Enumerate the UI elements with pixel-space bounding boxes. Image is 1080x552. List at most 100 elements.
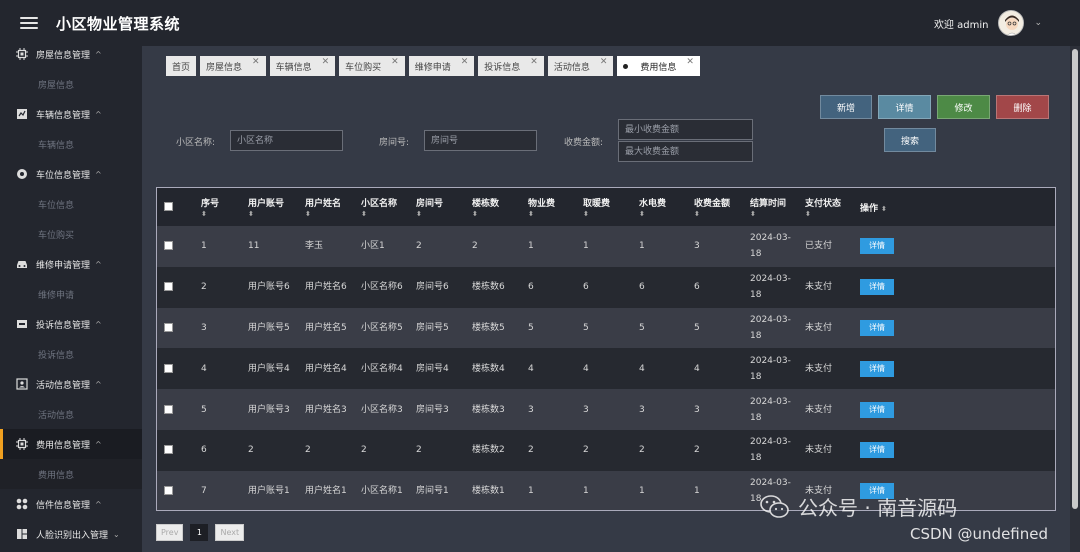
- column-header[interactable]: 序号 ⬍: [194, 188, 241, 226]
- table-row[interactable]: 6 2 2 2 2 楼栋数2 2 2 2 2 2024-03-18 未支付 详情: [157, 429, 1055, 471]
- column-header[interactable]: 小区名称 ⬍: [354, 188, 409, 226]
- column-header[interactable]: 结算时间 ⬍: [743, 188, 798, 226]
- sort-icon[interactable]: ⬍: [305, 210, 354, 218]
- column-header[interactable]: 操作 ⬍: [853, 188, 954, 226]
- sort-icon[interactable]: ⬍: [639, 210, 687, 218]
- column-header[interactable]: 支付状态 ⬍: [798, 188, 853, 226]
- sort-icon[interactable]: ⬍: [472, 210, 521, 218]
- detail-button[interactable]: 详情: [878, 95, 931, 119]
- sidebar-item[interactable]: 车位购买: [0, 219, 142, 249]
- sidebar-item[interactable]: 车辆信息: [0, 129, 142, 159]
- room-input[interactable]: [424, 130, 537, 151]
- sidebar-item[interactable]: 活动信息: [0, 399, 142, 429]
- close-icon[interactable]: ✕: [391, 57, 399, 67]
- delete-button[interactable]: 删除: [996, 95, 1049, 119]
- close-icon[interactable]: ✕: [252, 57, 260, 67]
- tab[interactable]: 维修申请 ✕: [408, 56, 475, 76]
- tab[interactable]: 投诉信息 ✕: [478, 56, 544, 76]
- tab[interactable]: 首页: [166, 56, 197, 76]
- prev-page-button[interactable]: Prev: [156, 524, 184, 541]
- user-area[interactable]: 欢迎 admin ⌄: [934, 0, 1042, 46]
- column-header[interactable]: 用户账号 ⬍: [241, 188, 298, 226]
- sort-icon[interactable]: ⬍: [583, 210, 632, 218]
- row-detail-button[interactable]: 详情: [860, 442, 894, 459]
- tab[interactable]: 费用信息 ✕: [617, 56, 700, 76]
- next-page-button[interactable]: Next: [215, 524, 245, 541]
- sidebar-group-header[interactable]: 车辆信息管理 ^: [0, 99, 142, 129]
- sort-icon[interactable]: ⬍: [805, 210, 853, 218]
- sidebar-item[interactable]: 车位信息: [0, 189, 142, 219]
- sidebar-group-header[interactable]: 费用信息管理 ^: [0, 429, 142, 459]
- community-input[interactable]: [230, 130, 343, 151]
- edit-button[interactable]: 修改: [937, 95, 990, 119]
- avatar[interactable]: [998, 10, 1025, 36]
- sidebar-group-header[interactable]: 投诉信息管理 ^: [0, 309, 142, 339]
- close-icon[interactable]: ✕: [461, 57, 469, 67]
- sort-icon[interactable]: ⬍: [881, 205, 887, 213]
- column-header[interactable]: 水电费 ⬍: [632, 188, 687, 226]
- column-header[interactable]: 收费金额 ⬍: [687, 188, 743, 226]
- current-page-button[interactable]: 1: [190, 524, 209, 541]
- row-detail-button[interactable]: 详情: [860, 360, 894, 377]
- table-row[interactable]: 1 11 李玉 小区1 2 2 1 1 1 3 2024-03-18 已支付 详情: [157, 226, 1055, 267]
- sidebar-item[interactable]: 投诉信息: [0, 339, 142, 369]
- add-button[interactable]: 新增: [820, 95, 872, 119]
- sort-icon[interactable]: ⬍: [750, 210, 798, 218]
- tab[interactable]: 车辆信息 ✕: [269, 56, 336, 76]
- select-all-checkbox[interactable]: [164, 202, 173, 211]
- tab[interactable]: 活动信息 ✕: [547, 56, 614, 76]
- search-button[interactable]: 搜索: [884, 128, 936, 152]
- sidebar-group-header[interactable]: 人脸识别出入管理 ⌄: [0, 519, 142, 549]
- close-icon[interactable]: ✕: [322, 57, 330, 67]
- column-header[interactable]: 取暖费 ⬍: [576, 188, 632, 226]
- sidebar-item[interactable]: 维修申请: [0, 279, 142, 309]
- row-checkbox[interactable]: [164, 486, 173, 496]
- sort-icon[interactable]: ⬍: [416, 210, 465, 218]
- close-icon[interactable]: ✕: [530, 57, 538, 67]
- sidebar-group: 维修申请管理 ^ 维修申请: [0, 249, 142, 309]
- row-actions-cell: 详情: [853, 348, 954, 390]
- column-header[interactable]: 物业费 ⬍: [521, 188, 576, 226]
- sidebar-group-header[interactable]: 维修申请管理 ^: [0, 249, 142, 279]
- sidebar-group-header[interactable]: 活动信息管理 ^: [0, 369, 142, 399]
- table-row[interactable]: 5 用户账号3 用户姓名3 小区名称3 房间号3 楼栋数3 3 3 3 3 2024-03-18 未支…: [157, 389, 1055, 430]
- table-row[interactable]: 2 用户账号6 用户姓名6 小区名称6 房间号6 楼栋数6 6 6 6 6 2024-03-18 未支…: [157, 266, 1055, 308]
- table-row[interactable]: 3 用户账号5 用户姓名5 小区名称5 房间号5 楼栋数5 5 5 5 5 2024-03-18 未支…: [157, 307, 1055, 349]
- sidebar-group-header[interactable]: 信件信息管理 ^: [0, 489, 142, 519]
- row-detail-button[interactable]: 详情: [860, 279, 894, 296]
- max-amount-input[interactable]: [618, 141, 753, 162]
- sort-icon[interactable]: ⬍: [528, 210, 576, 218]
- sort-icon[interactable]: ⬍: [201, 210, 241, 218]
- sidebar-item[interactable]: 费用信息: [0, 459, 142, 489]
- row-checkbox[interactable]: [164, 282, 173, 292]
- menu-toggle-icon[interactable]: [20, 17, 38, 29]
- row-checkbox[interactable]: [164, 241, 173, 251]
- tab[interactable]: 车位购买 ✕: [339, 56, 405, 76]
- table-row[interactable]: 4 用户账号4 用户姓名4 小区名称4 房间号4 楼栋数4 4 4 4 4 2024-03-18 未支…: [157, 348, 1055, 390]
- vertical-scrollbar[interactable]: [1070, 46, 1080, 552]
- row-checkbox[interactable]: [164, 363, 173, 373]
- column-header[interactable]: 楼栋数 ⬍: [465, 188, 521, 226]
- close-icon[interactable]: ✕: [600, 57, 608, 67]
- sort-icon[interactable]: ⬍: [248, 210, 298, 218]
- min-amount-input[interactable]: [618, 119, 753, 140]
- row-filler: [954, 429, 1055, 471]
- sidebar-group-header[interactable]: 房屋信息管理 ^: [0, 46, 142, 69]
- row-detail-button[interactable]: 详情: [860, 319, 894, 336]
- row-checkbox[interactable]: [164, 404, 173, 414]
- row-detail-button[interactable]: 详情: [860, 401, 894, 418]
- row-checkbox[interactable]: [164, 445, 173, 455]
- sidebar-group: 车辆信息管理 ^ 车辆信息: [0, 99, 142, 159]
- scrollbar-thumb[interactable]: [1072, 49, 1078, 509]
- chevron-down-icon[interactable]: ⌄: [1034, 18, 1042, 28]
- sidebar-item[interactable]: 房屋信息: [0, 69, 142, 99]
- sidebar-group-header[interactable]: 车位信息管理 ^: [0, 159, 142, 189]
- column-header[interactable]: 用户姓名 ⬍: [298, 188, 354, 226]
- sort-icon[interactable]: ⬍: [361, 210, 409, 218]
- sort-icon[interactable]: ⬍: [694, 210, 743, 218]
- close-icon[interactable]: ✕: [686, 57, 694, 67]
- row-checkbox[interactable]: [164, 322, 173, 332]
- column-header[interactable]: 房间号 ⬍: [409, 188, 465, 226]
- tab[interactable]: 房屋信息 ✕: [200, 56, 266, 76]
- row-detail-button[interactable]: 详情: [860, 238, 894, 255]
